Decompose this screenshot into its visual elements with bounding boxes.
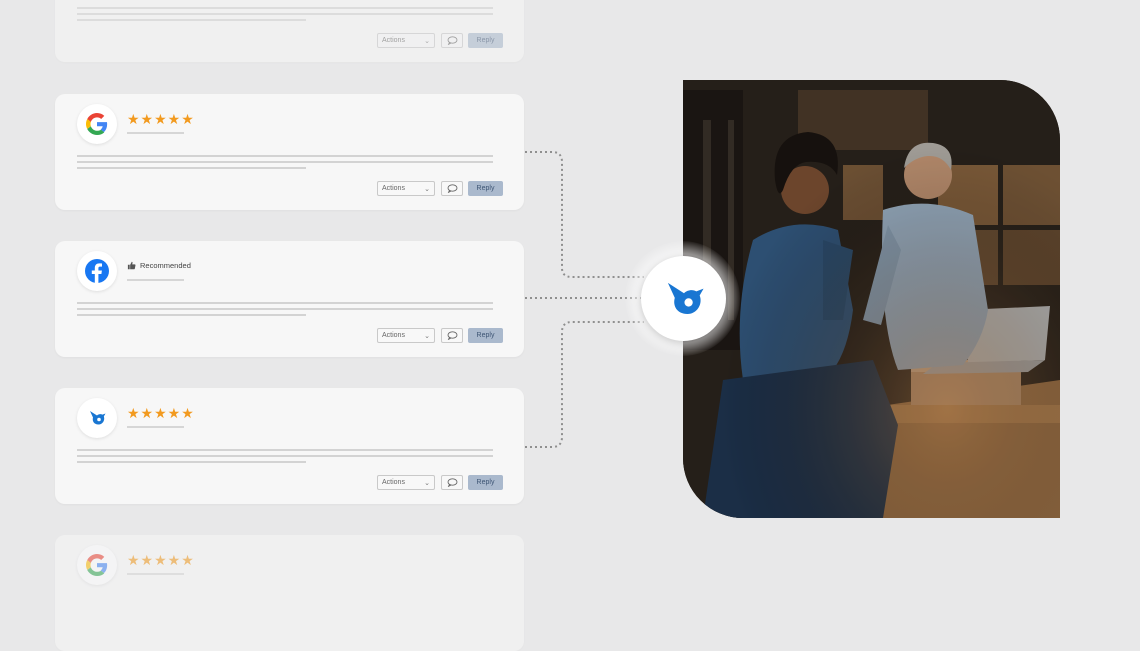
- review-text-line: [77, 455, 493, 457]
- actions-dropdown[interactable]: Actions ⌄: [377, 328, 435, 343]
- reply-button[interactable]: Reply: [468, 181, 503, 196]
- review-text-line: [77, 7, 493, 9]
- actions-label: Actions: [382, 332, 405, 339]
- facebook-logo-icon: [85, 259, 109, 283]
- google-logo-icon: [86, 113, 108, 135]
- review-source-avatar: [77, 251, 117, 291]
- reply-button[interactable]: Reply: [468, 475, 503, 490]
- comment-icon: [447, 478, 457, 487]
- review-text-line: [77, 314, 306, 316]
- reviewer-name-line: [127, 132, 184, 134]
- comment-icon: [447, 184, 457, 193]
- star-rating: ★★★★★: [127, 552, 195, 568]
- comment-button[interactable]: [441, 181, 463, 196]
- reviewer-name-line: [127, 573, 184, 575]
- review-card: ★★★★★ Actions ⌄ Reply: [55, 388, 524, 504]
- birdeye-logo-icon: [667, 282, 704, 314]
- review-text-line: [77, 161, 493, 163]
- recommendation-label: Recommended: [140, 261, 191, 270]
- reply-button[interactable]: Reply: [468, 328, 503, 343]
- connector-line-top: [525, 151, 644, 278]
- birdeye-logo-icon: [90, 411, 106, 425]
- chevron-down-icon: ⌄: [424, 37, 430, 45]
- actions-label: Actions: [382, 37, 405, 44]
- chevron-down-icon: ⌄: [424, 479, 430, 487]
- review-text-line: [77, 302, 493, 304]
- review-text-line: [77, 461, 306, 463]
- birdeye-hub: [641, 256, 726, 341]
- chevron-down-icon: ⌄: [424, 185, 430, 193]
- review-text-line: [77, 19, 306, 21]
- actions-label: Actions: [382, 185, 405, 192]
- review-text-line: [77, 449, 493, 451]
- reply-button[interactable]: Reply: [468, 33, 503, 48]
- star-rating: ★★★★★: [127, 111, 195, 127]
- comment-button[interactable]: [441, 33, 463, 48]
- review-card: Actions ⌄ Reply: [55, 0, 524, 62]
- review-card: ★★★★★: [55, 535, 524, 651]
- actions-dropdown[interactable]: Actions ⌄: [377, 33, 435, 48]
- review-text-line: [77, 167, 306, 169]
- review-card: ★★★★★ Actions ⌄ Reply: [55, 94, 524, 210]
- star-rating: ★★★★★: [127, 405, 195, 421]
- comment-button[interactable]: [441, 328, 463, 343]
- reviewer-name-line: [127, 426, 184, 428]
- review-text-line: [77, 308, 493, 310]
- review-text-line: [77, 13, 493, 15]
- review-card: Recommended Actions ⌄ Reply: [55, 241, 524, 357]
- review-source-avatar: [77, 398, 117, 438]
- thumbs-up-icon: [127, 261, 136, 270]
- recommendation: Recommended: [127, 261, 191, 270]
- review-text-line: [77, 155, 493, 157]
- review-source-avatar: [77, 545, 117, 585]
- review-source-avatar: [77, 104, 117, 144]
- comment-icon: [447, 331, 457, 340]
- google-logo-icon: [86, 554, 108, 576]
- actions-dropdown[interactable]: Actions ⌄: [377, 181, 435, 196]
- actions-label: Actions: [382, 479, 405, 486]
- actions-dropdown[interactable]: Actions ⌄: [377, 475, 435, 490]
- chevron-down-icon: ⌄: [424, 332, 430, 340]
- comment-icon: [447, 36, 457, 45]
- reviewer-name-line: [127, 279, 184, 281]
- connector-line-bottom: [525, 321, 644, 448]
- comment-button[interactable]: [441, 475, 463, 490]
